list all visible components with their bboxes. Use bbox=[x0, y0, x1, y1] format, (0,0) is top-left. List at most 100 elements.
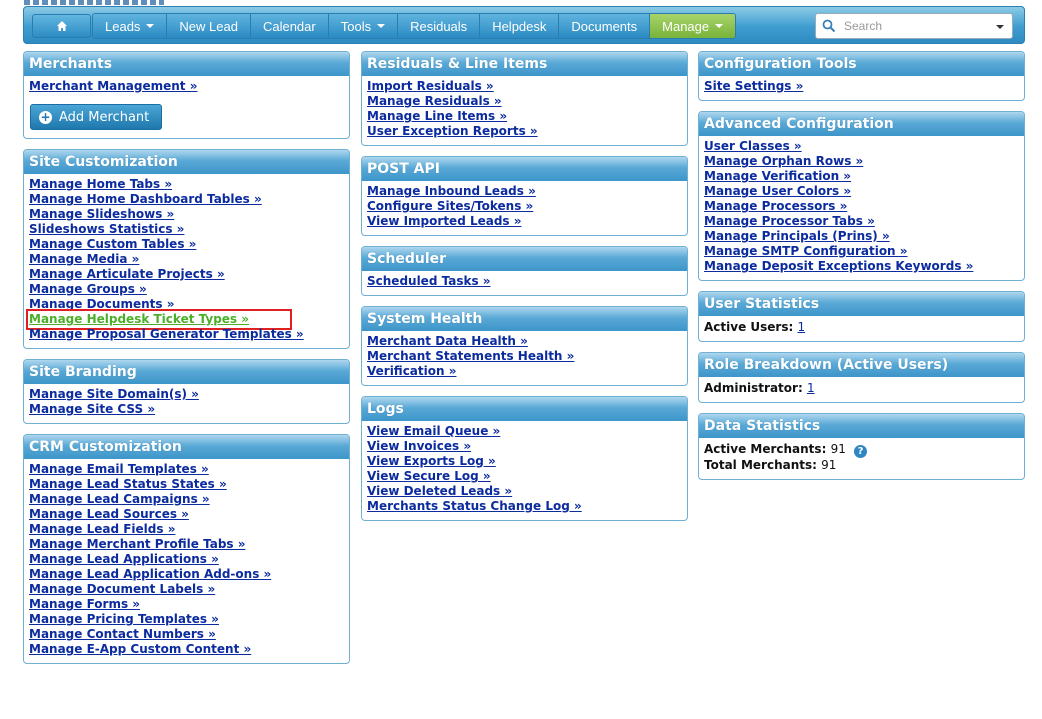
nav-link[interactable]: View Email Queue » bbox=[367, 424, 500, 438]
list-item: Manage Verification » bbox=[704, 169, 1019, 184]
nav-link[interactable]: Site Settings » bbox=[704, 79, 803, 93]
help-icon[interactable]: ? bbox=[854, 445, 868, 458]
nav-link[interactable]: Verification » bbox=[367, 364, 456, 378]
search-input[interactable] bbox=[842, 16, 992, 36]
nav-link[interactable]: Manage Forms » bbox=[29, 597, 140, 611]
nav-link[interactable]: Manage Lead Campaigns » bbox=[29, 492, 210, 506]
nav-link[interactable]: View Imported Leads » bbox=[367, 214, 522, 228]
list-item: Manage Media » bbox=[29, 252, 344, 267]
panel-site-customization: Site Customization Manage Home Tabs » Man… bbox=[23, 149, 350, 349]
nav-link[interactable]: Manage Principals (Prins) » bbox=[704, 229, 890, 243]
nav-link[interactable]: Manage Document Labels » bbox=[29, 582, 215, 596]
nav-link[interactable]: View Invoices » bbox=[367, 439, 471, 453]
list-item: Manage Home Tabs » bbox=[29, 177, 344, 192]
nav-link[interactable]: Manage Media » bbox=[29, 252, 139, 266]
nav-link[interactable]: Manage Line Items » bbox=[367, 109, 507, 123]
nav-link[interactable]: View Secure Log » bbox=[367, 469, 491, 483]
link-list: Manage Inbound Leads » Configure Sites/To… bbox=[367, 184, 682, 229]
nav-link[interactable]: Manage Contact Numbers » bbox=[29, 627, 216, 641]
nav-item-tools[interactable]: Tools bbox=[328, 14, 399, 38]
nav-link[interactable]: Manage Site Domain(s) » bbox=[29, 387, 199, 401]
link-list: Merchant Management » bbox=[29, 79, 344, 94]
nav-link[interactable]: Manage Pricing Templates » bbox=[29, 612, 219, 626]
nav-link[interactable]: Manage Proposal Generator Templates » bbox=[29, 327, 304, 341]
nav-link[interactable]: Merchant Data Health » bbox=[367, 334, 528, 348]
nav-link[interactable]: Manage Lead Sources » bbox=[29, 507, 189, 521]
nav-link[interactable]: Manage Site CSS » bbox=[29, 402, 155, 416]
search-box[interactable] bbox=[815, 13, 1013, 39]
link-list: Manage Site Domain(s) » Manage Site CSS » bbox=[29, 387, 344, 417]
administrator-stat: Administrator: 1 bbox=[704, 380, 1019, 396]
nav-link[interactable]: Manage Lead Status States » bbox=[29, 477, 227, 491]
nav-link[interactable]: Import Residuals » bbox=[367, 79, 494, 93]
panel-title: User Statistics bbox=[699, 292, 1024, 316]
nav-link[interactable]: Manage Lead Applications » bbox=[29, 552, 219, 566]
list-item: Site Settings » bbox=[704, 79, 1019, 94]
nav-link[interactable]: Scheduled Tasks » bbox=[367, 274, 491, 288]
list-item: Manage Lead Application Add-ons » bbox=[29, 567, 344, 582]
nav-link[interactable]: Manage SMTP Configuration » bbox=[704, 244, 908, 258]
link-list: Manage Home Tabs » Manage Home Dashboard … bbox=[25, 177, 344, 342]
nav-link[interactable]: Manage User Colors » bbox=[704, 184, 851, 198]
nav-item-manage[interactable]: Manage bbox=[650, 14, 736, 38]
list-item: Manage Lead Status States » bbox=[29, 477, 344, 492]
home-button[interactable] bbox=[32, 14, 91, 38]
list-item: Manage Groups » bbox=[29, 282, 344, 297]
nav-link[interactable]: Manage Lead Fields » bbox=[29, 522, 175, 536]
list-item: Manage Processor Tabs » bbox=[704, 214, 1019, 229]
panel-title: System Health bbox=[362, 307, 687, 331]
nav-link[interactable]: Manage Processor Tabs » bbox=[704, 214, 875, 228]
nav-link[interactable]: Manage Documents » bbox=[29, 297, 174, 311]
nav-link[interactable]: Merchant Management » bbox=[29, 79, 197, 93]
active-users-link[interactable]: 1 bbox=[797, 320, 805, 334]
panel-crm-customization: CRM Customization Manage Email Templates… bbox=[23, 434, 350, 664]
nav-link[interactable]: Slideshows Statistics » bbox=[29, 222, 184, 236]
nav-link[interactable]: Manage Inbound Leads » bbox=[367, 184, 536, 198]
panel-title: CRM Customization bbox=[24, 435, 349, 459]
chevron-down-icon[interactable] bbox=[996, 25, 1004, 29]
list-item: View Deleted Leads » bbox=[367, 484, 682, 499]
nav-link[interactable]: Merchant Statements Health » bbox=[367, 349, 574, 363]
nav-item-leads[interactable]: Leads bbox=[93, 14, 168, 38]
nav-link[interactable]: Manage Email Templates » bbox=[29, 462, 209, 476]
nav-item-new-lead[interactable]: New Lead bbox=[167, 14, 251, 38]
nav-link[interactable]: Merchants Status Change Log » bbox=[367, 499, 582, 513]
nav-link[interactable]: Manage Articulate Projects » bbox=[29, 267, 225, 281]
list-item: View Invoices » bbox=[367, 439, 682, 454]
nav-item-residuals[interactable]: Residuals bbox=[398, 14, 481, 38]
nav-link[interactable]: Configure Sites/Tokens » bbox=[367, 199, 533, 213]
administrator-count-link[interactable]: 1 bbox=[807, 381, 815, 395]
list-item: View Secure Log » bbox=[367, 469, 682, 484]
list-item: Merchants Status Change Log » bbox=[367, 499, 682, 514]
nav-item-helpdesk[interactable]: Helpdesk bbox=[480, 14, 560, 38]
nav-link[interactable]: Manage Groups » bbox=[29, 282, 147, 296]
nav-link[interactable]: Manage Slideshows » bbox=[29, 207, 174, 221]
nav-link[interactable]: View Deleted Leads » bbox=[367, 484, 512, 498]
panel-advanced-configuration: Advanced Configuration User Classes » Man… bbox=[698, 111, 1025, 281]
nav-link[interactable]: View Exports Log » bbox=[367, 454, 496, 468]
stat-label: Administrator: bbox=[704, 381, 803, 395]
nav-link[interactable]: Manage Deposit Exceptions Keywords » bbox=[704, 259, 973, 273]
nav-link[interactable]: Manage Residuals » bbox=[367, 94, 502, 108]
nav-link[interactable]: Manage Verification » bbox=[704, 169, 851, 183]
nav-item-calendar[interactable]: Calendar bbox=[250, 14, 329, 38]
nav-link[interactable]: Manage Helpdesk Ticket Types » bbox=[29, 312, 249, 326]
nav-link[interactable]: Manage Home Tabs » bbox=[29, 177, 172, 191]
panel-title: Logs bbox=[362, 397, 687, 421]
nav-item-documents[interactable]: Documents bbox=[559, 14, 651, 38]
nav-link[interactable]: Manage Home Dashboard Tables » bbox=[29, 192, 262, 206]
add-merchant-button[interactable]: + Add Merchant bbox=[30, 104, 162, 130]
list-item: Manage Merchant Profile Tabs » bbox=[29, 537, 344, 552]
nav-link[interactable]: Manage Lead Application Add-ons » bbox=[29, 567, 271, 581]
nav-link[interactable]: Manage Custom Tables » bbox=[29, 237, 196, 251]
nav-link[interactable]: Manage Merchant Profile Tabs » bbox=[29, 537, 245, 551]
nav-link[interactable]: Manage E-App Custom Content » bbox=[29, 642, 251, 656]
nav-link[interactable]: Manage Orphan Rows » bbox=[704, 154, 863, 168]
panel-residuals: Residuals & Line Items Import Residuals … bbox=[361, 51, 688, 146]
chevron-down-icon bbox=[377, 24, 386, 28]
nav-link[interactable]: User Classes » bbox=[704, 139, 802, 153]
nav-link[interactable]: Manage Processors » bbox=[704, 199, 847, 213]
list-item: Manage Articulate Projects » bbox=[29, 267, 344, 282]
add-merchant-label: Add Merchant bbox=[59, 109, 150, 125]
nav-link[interactable]: User Exception Reports » bbox=[367, 124, 538, 138]
